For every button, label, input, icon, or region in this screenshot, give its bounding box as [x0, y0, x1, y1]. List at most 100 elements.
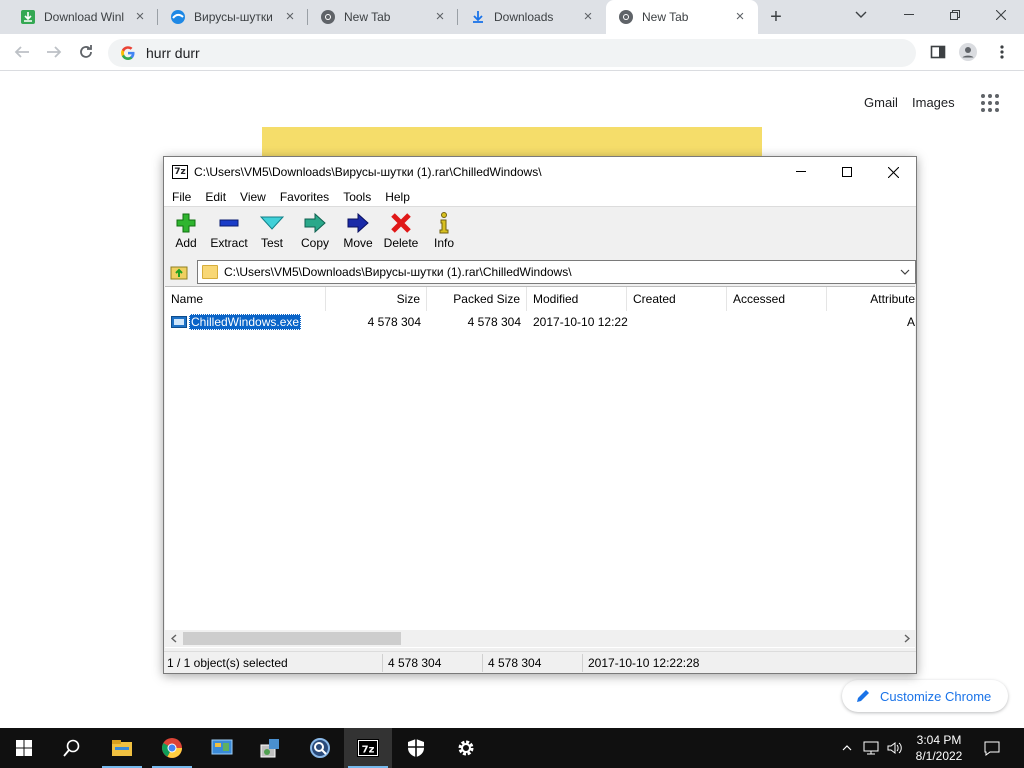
taskbar-defender[interactable] [392, 728, 440, 768]
taskbar-settings[interactable] [442, 728, 490, 768]
forward-button[interactable] [42, 40, 66, 64]
tab-new-tab[interactable]: New Tab × [308, 0, 458, 34]
system-clock[interactable]: 3:04 PM 8/1/2022 [908, 732, 970, 764]
column-modified[interactable]: Modified [527, 287, 627, 311]
chrome-icon [320, 9, 336, 25]
close-icon[interactable]: × [132, 9, 148, 25]
window-title: C:\Users\VM5\Downloads\Вирусы-шутки (1).… [194, 165, 542, 179]
images-link[interactable]: Images [912, 95, 955, 110]
column-created[interactable]: Created [627, 287, 727, 311]
column-attributes[interactable]: Attribute [827, 287, 915, 311]
taskbar-control-panel[interactable] [198, 728, 246, 768]
table-row[interactable]: ChilledWindows.exe [171, 314, 302, 330]
minimize-button[interactable] [778, 157, 824, 187]
reload-button[interactable] [74, 40, 98, 64]
side-panel-button[interactable] [928, 42, 948, 62]
action-center-button[interactable] [980, 728, 1004, 768]
status-packed: 4 578 304 [488, 656, 542, 670]
7zip-window: 7z C:\Users\VM5\Downloads\Вирусы-шутки (… [163, 156, 917, 674]
column-size[interactable]: Size [326, 287, 427, 311]
search-icon [63, 739, 80, 757]
move-button[interactable]: Move [336, 212, 380, 256]
add-button[interactable]: Add [164, 212, 208, 256]
taskbar-chrome[interactable] [148, 728, 196, 768]
taskbar-7zip[interactable]: 7z [344, 728, 392, 768]
extract-button[interactable]: Extract [207, 212, 251, 256]
tab-downloads[interactable]: Downloads × [458, 0, 606, 34]
profile-button[interactable] [958, 42, 978, 62]
chrome-menu-button[interactable] [992, 42, 1012, 62]
taskbar-file-explorer[interactable] [98, 728, 146, 768]
file-list: Name Size Packed Size Modified Created A… [165, 286, 915, 648]
horizontal-scrollbar[interactable] [165, 630, 915, 647]
pencil-icon [857, 690, 869, 702]
tab-virusy-shutki[interactable]: Вирусы-шутки × [158, 0, 308, 34]
folder-icon [202, 265, 218, 279]
info-button[interactable]: Info [422, 212, 466, 256]
exe-file-icon [171, 316, 187, 328]
chrome-icon [162, 738, 182, 758]
network-icon [863, 741, 879, 755]
tab-download-winl[interactable]: Download Winl × [8, 0, 158, 34]
status-selected: 1 / 1 object(s) selected [167, 656, 288, 670]
delete-button[interactable]: Delete [379, 212, 423, 256]
close-icon [887, 166, 899, 178]
menu-favorites[interactable]: Favorites [272, 190, 335, 204]
gmail-link[interactable]: Gmail [864, 95, 898, 110]
menu-help[interactable]: Help [377, 190, 416, 204]
google-apps-icon[interactable] [981, 94, 999, 112]
copy-button[interactable]: Copy [293, 212, 337, 256]
taskbar-search-app[interactable] [296, 728, 344, 768]
close-icon[interactable]: × [580, 9, 596, 25]
up-folder-button[interactable] [168, 262, 190, 282]
scroll-left-icon[interactable] [165, 630, 182, 647]
search-button[interactable] [48, 728, 96, 768]
maximize-button[interactable] [824, 157, 870, 187]
volume-button[interactable] [884, 728, 906, 768]
menu-view[interactable]: View [232, 190, 272, 204]
taskbar-installer[interactable] [246, 728, 294, 768]
menu-file[interactable]: File [164, 190, 197, 204]
tab-new-tab-active[interactable]: New Tab × [606, 0, 758, 34]
new-tab-button[interactable]: + [766, 7, 786, 27]
scrollbar-thumb[interactable] [183, 632, 401, 645]
customize-chrome-button[interactable]: Customize Chrome [842, 680, 1008, 712]
google-doodle[interactable] [262, 127, 762, 159]
file-size: 4 578 304 [367, 315, 421, 329]
close-icon[interactable]: × [732, 9, 748, 25]
chevron-up-icon [842, 745, 852, 751]
restore-button[interactable] [932, 0, 978, 30]
folder-up-icon [170, 266, 188, 280]
reload-icon [80, 45, 92, 58]
back-button[interactable] [10, 40, 34, 64]
close-icon[interactable]: × [432, 9, 448, 25]
network-button[interactable] [860, 728, 882, 768]
file-accessed [727, 313, 827, 331]
chrome-icon [618, 9, 634, 25]
maximize-icon [842, 167, 852, 177]
close-window-button[interactable] [870, 157, 916, 187]
menu-edit[interactable]: Edit [197, 190, 232, 204]
search-app-icon [310, 738, 330, 758]
file-name[interactable]: ChilledWindows.exe [189, 314, 302, 330]
minimize-button[interactable] [886, 0, 932, 30]
omnibox[interactable]: hurr durr [108, 39, 916, 67]
status-size: 4 578 304 [388, 656, 442, 670]
scroll-right-icon[interactable] [898, 630, 915, 647]
menu-tools[interactable]: Tools [335, 190, 377, 204]
start-button[interactable] [0, 728, 48, 768]
column-packed-size[interactable]: Packed Size [427, 287, 527, 311]
google-g-icon [121, 46, 135, 60]
test-button[interactable]: Test [250, 212, 294, 256]
column-name[interactable]: Name [165, 287, 326, 311]
show-hidden-icons-button[interactable] [838, 728, 856, 768]
close-window-button[interactable] [978, 0, 1024, 30]
chevron-down-icon[interactable] [897, 264, 913, 280]
file-explorer-icon [112, 740, 132, 756]
7zip-icon: 7z [357, 739, 379, 757]
7zip-title-bar[interactable]: 7z C:\Users\VM5\Downloads\Вирусы-шутки (… [164, 157, 916, 187]
path-combobox[interactable]: C:\Users\VM5\Downloads\Вирусы-шутки (1).… [197, 260, 916, 284]
close-icon[interactable]: × [282, 9, 298, 25]
column-accessed[interactable]: Accessed [727, 287, 827, 311]
tab-search-button[interactable] [838, 0, 884, 30]
